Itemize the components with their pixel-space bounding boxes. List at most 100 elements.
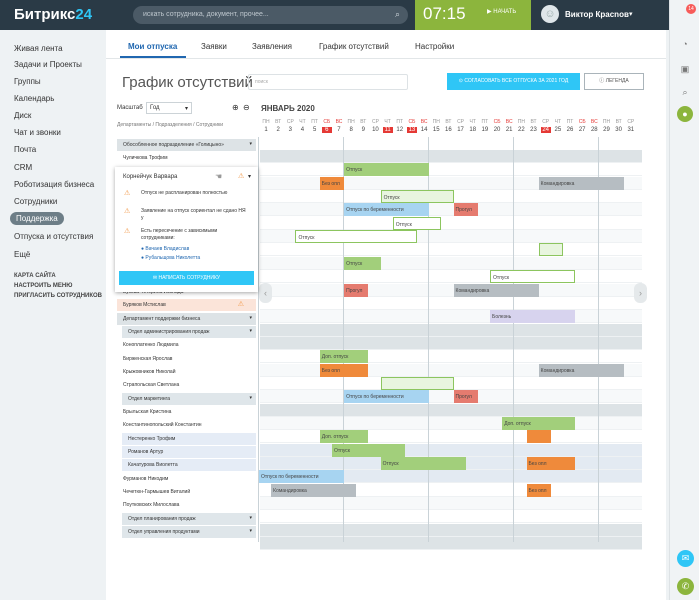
absence-bar[interactable]: Командировка (538, 176, 624, 190)
sidebar-item[interactable]: Диск (14, 111, 31, 120)
chevron-down-icon[interactable]: ▾ (249, 328, 252, 334)
popup-person-link[interactable]: ● Вачаев Владислав (141, 246, 189, 252)
absence-bar[interactable]: Отпуск (392, 216, 442, 230)
sidebar-item[interactable]: Группы (14, 77, 41, 86)
grid-row (260, 350, 642, 364)
employee-row[interactable]: Крыжовников Николай (117, 366, 256, 378)
sidebar-item[interactable]: Календарь (14, 94, 54, 103)
write-employee-button[interactable]: ✉ НАПИСАТЬ СОТРУДНИКУ (119, 271, 254, 285)
chevron-right-icon[interactable]: › (634, 283, 647, 303)
absence-bar[interactable] (526, 430, 551, 444)
absence-bar[interactable]: Прогул (344, 283, 369, 297)
chat-icon[interactable]: ▣ (677, 61, 693, 77)
sidebar-item[interactable]: Почта (14, 145, 36, 154)
absence-bar[interactable]: Доп. отпуск (319, 430, 369, 444)
absence-bar[interactable]: Отпуск (380, 457, 466, 471)
logo[interactable]: Битрикс24 (14, 6, 92, 23)
work-time-widget[interactable]: 07:15 ▶ НАЧАТЬ (415, 0, 531, 30)
absence-bar[interactable]: Командировка (453, 283, 539, 297)
absence-bar[interactable]: Без опл (526, 457, 576, 471)
sidebar-link[interactable]: НАСТРОИТЬ МЕНЮ (14, 283, 72, 289)
department-row[interactable]: Департамент поддержки бизнеса ▾ (117, 312, 256, 325)
chevron-down-icon[interactable]: ▾ (249, 141, 252, 147)
department-row[interactable]: Отдел управления продуктами ▾ (122, 526, 256, 539)
absence-bar[interactable]: Прогул (453, 203, 478, 217)
employee-row[interactable]: Буряков Мстислав ⚠ (117, 299, 256, 312)
scale-select[interactable]: Год ▾ (146, 102, 192, 114)
absence-bar[interactable]: Отпуск по беременности (344, 390, 430, 404)
tab-statements[interactable]: Заявления (252, 42, 292, 51)
sidebar-item[interactable]: Ещё (14, 250, 30, 259)
grid-row (260, 163, 642, 177)
absence-bar[interactable]: Прогул (453, 390, 478, 404)
global-search-input[interactable]: искать сотрудника, документ, прочее... ⌕ (133, 6, 408, 24)
popup-person-link[interactable]: ● Рубальщова Николетта (141, 255, 200, 261)
zoom-in-icon[interactable]: ⊕ (232, 103, 239, 112)
absence-bar[interactable]: Отпуск (344, 163, 430, 177)
chevron-left-icon[interactable]: ‹ (259, 283, 272, 303)
absence-bar[interactable]: Командировка (271, 483, 357, 497)
search-input[interactable]: поиск (248, 74, 408, 90)
employee-row[interactable]: Фурманов Никодим (117, 473, 256, 485)
absence-bar[interactable] (380, 376, 454, 390)
absence-bar[interactable]: Болезнь (490, 310, 576, 324)
absence-bar[interactable] (538, 243, 563, 257)
chevron-down-icon[interactable]: ▾ (249, 315, 252, 321)
open-lines-icon[interactable]: ✉ (677, 550, 694, 567)
absence-bar[interactable]: Отпуск (490, 270, 576, 284)
legend-button[interactable]: ⓘ ЛЕГЕНДА (584, 73, 644, 90)
absence-bar[interactable]: Доп. отпуск (502, 417, 576, 430)
employee-row[interactable]: Константинопольский Константин (117, 419, 256, 431)
sidebar-link[interactable]: КАРТА САЙТА (14, 273, 56, 279)
absence-bar[interactable]: Командировка (538, 363, 624, 377)
employee-row[interactable]: Страпольская Светлана (117, 379, 256, 391)
department-row[interactable]: Отдел маркетинга ▾ (122, 392, 256, 405)
absence-bar[interactable]: Без опл (526, 483, 551, 497)
department-row[interactable]: Отдел администрирования продаж ▾ (122, 325, 256, 338)
sidebar-item[interactable]: Отпуска и отсутствия (14, 232, 93, 241)
sidebar-item[interactable]: Поддержка (10, 212, 64, 225)
absence-bar[interactable]: Отпуск по беременности (259, 470, 345, 484)
tab-absence-chart[interactable]: График отсутствий (319, 42, 389, 51)
tab-settings[interactable]: Настройки (415, 42, 454, 51)
employee-row[interactable]: Романов Артур (122, 446, 256, 459)
employee-row[interactable]: Качатурова Виолетта (122, 459, 256, 472)
absence-bar[interactable]: Отпуск (295, 230, 418, 244)
employee-row[interactable]: Поутковских Милослава (117, 499, 256, 511)
avatar[interactable]: ● (677, 106, 693, 122)
absence-bar[interactable]: Отпуск (331, 443, 405, 457)
absence-bar[interactable]: Доп. отпуск (319, 350, 369, 364)
warning-icon: ⚠ (124, 228, 131, 235)
tab-requests[interactable]: Заявки (201, 42, 227, 51)
absence-bar[interactable]: Отпуск по беременности (344, 203, 430, 217)
employee-row[interactable]: Брыльская Кристина (117, 406, 256, 418)
sidebar-link[interactable]: ПРИГЛАСИТЬ СОТРУДНИКОВ (14, 293, 102, 299)
absence-bar[interactable]: Без опл (319, 363, 369, 377)
chevron-down-icon[interactable]: ▾ (249, 395, 252, 401)
sidebar-item[interactable]: Живая лента (14, 44, 63, 53)
department-row[interactable]: Отдел планирования продаж ▾ (122, 512, 256, 525)
zoom-out-icon[interactable]: ⊖ (243, 103, 250, 112)
absence-bar[interactable]: Без опл (319, 176, 345, 190)
absence-bar[interactable]: Отпуск (380, 190, 454, 204)
bell-icon[interactable]: ◔ (677, 36, 693, 52)
search-icon[interactable]: ⌕ (677, 84, 693, 100)
chevron-down-icon[interactable]: ▾ (249, 515, 252, 521)
department-row[interactable]: Обособленное подразделение «Голицыно» ▾ (117, 139, 256, 151)
sidebar-item[interactable]: Чат и звонки (14, 128, 61, 137)
approve-all-button[interactable]: ⊙ СОГЛАСОВАТЬ ВСЕ ОТПУСКА ЗА 2021 ГОД (447, 73, 580, 90)
sidebar-item[interactable]: Сотрудники (14, 197, 57, 206)
employee-row[interactable]: Чуличкова Трофим (117, 152, 256, 164)
sidebar-item[interactable]: Задачи и Проекты (14, 60, 82, 69)
phone-icon[interactable]: ✆ (677, 578, 694, 595)
sidebar-item[interactable]: CRM (14, 163, 32, 172)
employee-row[interactable]: Чечетюн-Гармышев Виталий (117, 486, 256, 498)
tab-my-vacations[interactable]: Мои отпуска (128, 42, 177, 51)
chevron-down-icon[interactable]: ▾ (248, 173, 251, 180)
absence-bar[interactable]: Отпуск (344, 256, 381, 270)
employee-row[interactable]: Нестеренко Трофим (122, 432, 256, 445)
chevron-down-icon[interactable]: ▾ (249, 528, 252, 534)
employee-row[interactable]: Бирженская Ярослав (117, 353, 256, 365)
sidebar-item[interactable]: Роботизация бизнеса (14, 180, 94, 189)
employee-row[interactable]: Коноплатенко Людмила (117, 339, 256, 351)
